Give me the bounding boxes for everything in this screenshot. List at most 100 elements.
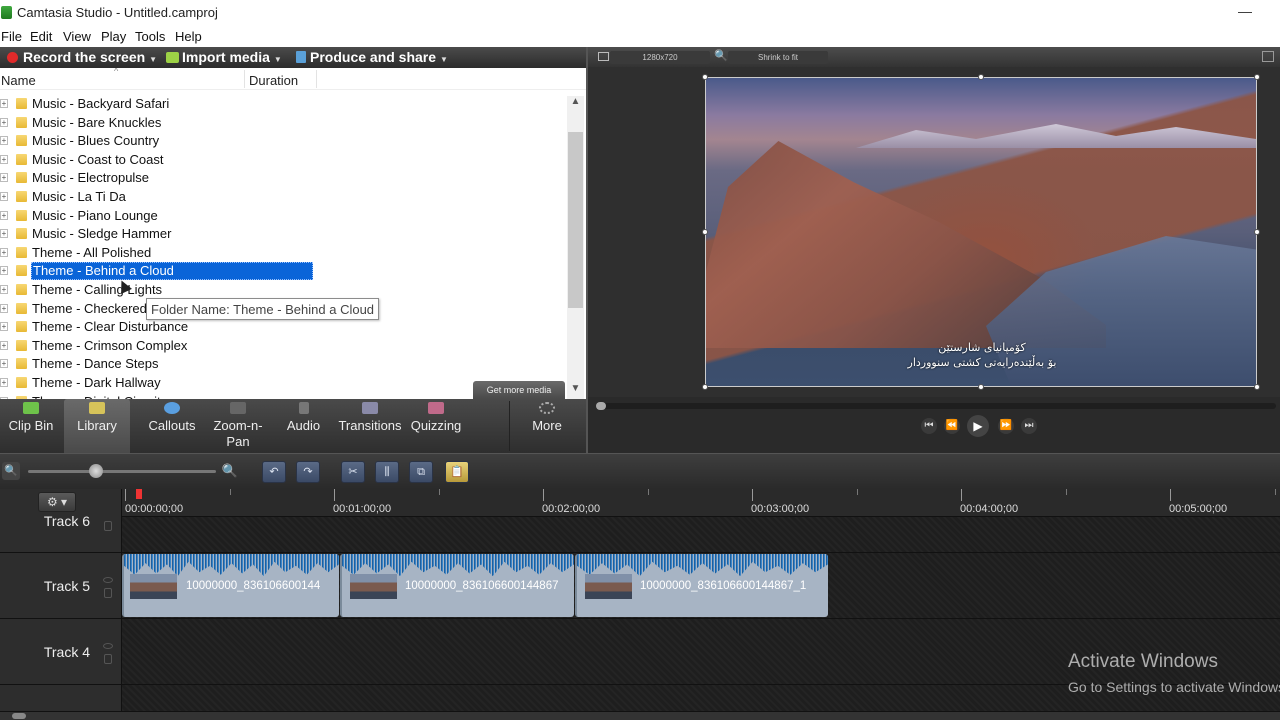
- skip-to-end-icon[interactable]: ⏭: [1021, 418, 1037, 434]
- library-folder-item[interactable]: + Music - Bare Knuckles: [0, 114, 565, 132]
- library-folder-item[interactable]: + Music - Piano Lounge: [0, 207, 565, 225]
- library-folder-item[interactable]: + Music - La Ti Da: [0, 188, 565, 206]
- resize-handle[interactable]: [1254, 229, 1260, 235]
- canvas-size-icon[interactable]: [598, 52, 609, 61]
- resize-handle[interactable]: [702, 384, 708, 390]
- tab-transitions[interactable]: Transitions: [333, 399, 407, 453]
- visibility-icon[interactable]: [103, 643, 113, 649]
- preview-progress-bar[interactable]: [596, 403, 1276, 409]
- expand-icon[interactable]: +: [0, 173, 8, 183]
- scroll-thumb[interactable]: [568, 132, 583, 308]
- produce-share-button[interactable]: Produce and share ▼: [296, 49, 448, 65]
- minimize-button[interactable]: —: [1238, 3, 1252, 19]
- tab-clip-bin[interactable]: Clip Bin: [0, 399, 62, 453]
- timeline-ruler[interactable]: 00:00:00;00 00:01:00;00 00:02:00;00 00:03:0…: [122, 489, 1280, 517]
- timeline-clip[interactable]: 10000000_836106600144867_1: [575, 554, 828, 617]
- track-6-body[interactable]: [122, 517, 1280, 552]
- expand-icon[interactable]: +: [0, 210, 8, 220]
- zoom-select[interactable]: Shrink to fit: [728, 51, 828, 64]
- timeline-zoom-slider[interactable]: [28, 470, 216, 473]
- expand-icon[interactable]: +: [0, 117, 8, 127]
- copy-icon[interactable]: ⧉: [409, 461, 433, 483]
- tab-quizzing[interactable]: Quizzing: [406, 399, 466, 453]
- resize-handle[interactable]: [978, 384, 984, 390]
- expand-icon[interactable]: +: [0, 229, 8, 239]
- library-folder-item[interactable]: + Music - Coast to Coast: [0, 151, 565, 169]
- canvas-dimensions-select[interactable]: 1280x720: [610, 51, 710, 64]
- menu-tools[interactable]: Tools: [135, 29, 165, 44]
- expand-icon[interactable]: +: [0, 359, 8, 369]
- expand-icon[interactable]: +: [0, 247, 8, 257]
- expand-icon[interactable]: +: [0, 136, 8, 146]
- expand-icon[interactable]: +: [0, 378, 8, 387]
- paste-icon[interactable]: 📋: [445, 461, 469, 483]
- get-more-media-button[interactable]: Get more media: [473, 381, 565, 399]
- timeline-zoom-knob[interactable]: [89, 464, 103, 478]
- timeline-clip[interactable]: 10000000_836106600144867: [340, 554, 574, 617]
- timeline-settings-gear-icon[interactable]: ⚙ ▾: [38, 492, 76, 512]
- expand-icon[interactable]: +: [0, 154, 8, 164]
- expand-icon[interactable]: +: [0, 322, 8, 332]
- expand-icon[interactable]: +: [0, 285, 8, 294]
- menu-play[interactable]: Play: [101, 29, 126, 44]
- resize-handle[interactable]: [978, 74, 984, 80]
- column-name[interactable]: Name: [1, 73, 36, 88]
- lock-icon[interactable]: [104, 588, 112, 598]
- zoom-out-icon[interactable]: 🔍: [2, 462, 20, 480]
- video-preview[interactable]: کۆمپانیای شارستێن بۆ بەڵێندەرایەتی کشتی …: [705, 77, 1257, 387]
- library-scrollbar[interactable]: ▲ ▼: [567, 96, 584, 399]
- scroll-up-icon[interactable]: ▲: [567, 96, 584, 110]
- library-folder-item[interactable]: + Theme - Calling Lights: [0, 281, 565, 299]
- resize-handle[interactable]: [702, 229, 708, 235]
- expand-icon[interactable]: +: [0, 99, 8, 108]
- library-folder-item[interactable]: + Theme - Clear Disturbance: [0, 318, 565, 336]
- split-icon[interactable]: ⫼: [375, 461, 399, 483]
- import-media-button[interactable]: Import media ▼: [166, 49, 282, 65]
- visibility-icon[interactable]: [103, 577, 113, 583]
- lock-icon[interactable]: [104, 521, 112, 531]
- undo-icon[interactable]: ↶: [262, 461, 286, 483]
- tab-audio[interactable]: Audio: [276, 399, 331, 453]
- library-folder-item[interactable]: + Music - Electropulse: [0, 169, 565, 187]
- expand-icon[interactable]: +: [0, 192, 8, 201]
- fast-forward-icon[interactable]: ⏩: [998, 418, 1014, 434]
- timeline-horizontal-scrollbar[interactable]: [0, 712, 1280, 720]
- expand-icon[interactable]: +: [0, 266, 8, 276]
- tab-callouts[interactable]: Callouts: [140, 399, 204, 453]
- preview-progress-knob[interactable]: [596, 402, 606, 410]
- play-icon[interactable]: ▶: [967, 415, 989, 437]
- library-folder-item[interactable]: + Music - Backyard Safari: [0, 95, 565, 113]
- library-folder-item[interactable]: + Music - Sledge Hammer: [0, 225, 565, 243]
- expand-icon[interactable]: +: [0, 340, 8, 350]
- library-folder-item[interactable]: + Theme - Dance Steps: [0, 355, 565, 373]
- menu-edit[interactable]: Edit: [30, 29, 52, 44]
- menu-help[interactable]: Help: [175, 29, 202, 44]
- menu-file[interactable]: File: [1, 29, 22, 44]
- column-divider[interactable]: [244, 70, 245, 88]
- skip-to-start-icon[interactable]: ⏮: [921, 418, 937, 434]
- resize-handle[interactable]: [1254, 384, 1260, 390]
- record-screen-button[interactable]: Record the screen ▼: [7, 49, 157, 65]
- detach-preview-icon[interactable]: [1262, 51, 1274, 62]
- lock-icon[interactable]: [104, 654, 112, 664]
- tab-library[interactable]: Library: [64, 399, 130, 453]
- resize-handle[interactable]: [702, 74, 708, 80]
- expand-icon[interactable]: +: [0, 303, 8, 313]
- cut-icon[interactable]: ✂: [341, 461, 365, 483]
- scroll-down-icon[interactable]: ▼: [567, 383, 584, 397]
- timeline-scroll-thumb[interactable]: [12, 713, 26, 719]
- library-folder-item[interactable]: + Theme - All Polished: [0, 244, 565, 262]
- tab-zoom-n-pan[interactable]: Zoom-n- Pan: [205, 399, 271, 453]
- zoom-in-icon[interactable]: 🔍: [220, 461, 240, 481]
- library-folder-item[interactable]: + Theme - Behind a Cloud: [0, 262, 565, 281]
- playhead[interactable]: [136, 489, 142, 499]
- tab-more[interactable]: More: [520, 399, 574, 453]
- column-duration[interactable]: Duration: [249, 73, 298, 88]
- redo-icon[interactable]: ↷: [296, 461, 320, 483]
- library-folder-item[interactable]: + Music - Blues Country: [0, 132, 565, 150]
- column-divider[interactable]: [316, 70, 317, 88]
- rewind-icon[interactable]: ⏪: [944, 418, 960, 434]
- track-5-body[interactable]: 10000000_836106600144 10000000_836106600…: [122, 553, 1280, 618]
- timeline-clip[interactable]: 10000000_836106600144: [122, 554, 339, 617]
- menu-view[interactable]: View: [63, 29, 91, 44]
